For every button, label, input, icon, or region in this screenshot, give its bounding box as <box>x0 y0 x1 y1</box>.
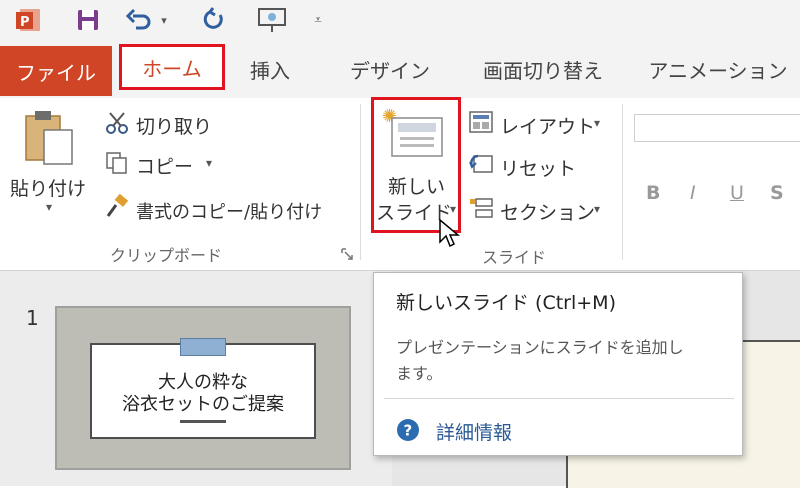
tab-animations[interactable]: アニメーション <box>640 48 796 90</box>
new-slide-label-line1: 新しい <box>388 176 446 198</box>
save-icon[interactable] <box>72 6 104 34</box>
new-slide-dropdown-icon[interactable]: ▾ <box>450 202 456 216</box>
section-button[interactable]: セクション <box>500 198 595 225</box>
slides-group-label: スライド <box>482 248 547 267</box>
thumbnail-title-line2: 浴衣セットのご提案 <box>122 394 284 415</box>
help-icon: ? <box>396 418 420 442</box>
tab-home[interactable]: ホーム <box>119 44 225 90</box>
layout-icon <box>468 110 494 134</box>
redo-icon[interactable] <box>198 6 228 34</box>
tooltip-description-line2: ます。 <box>396 364 443 383</box>
copy-dropdown-icon[interactable]: ▾ <box>206 156 212 170</box>
svg-text:P: P <box>20 15 30 30</box>
italic-button[interactable]: I <box>690 182 696 204</box>
paste-button[interactable]: 貼り付け <box>10 174 86 201</box>
section-dropdown-icon[interactable]: ▾ <box>594 202 600 216</box>
underline-button[interactable]: U <box>730 182 744 204</box>
paste-icon[interactable] <box>18 108 80 168</box>
mouse-cursor-icon <box>438 218 461 248</box>
tab-file[interactable]: ファイル <box>0 46 112 96</box>
svg-text:?: ? <box>404 422 413 440</box>
layout-button[interactable]: レイアウト <box>500 112 595 139</box>
tab-transitions[interactable]: 画面切り替え <box>468 48 618 90</box>
quick-access-toolbar <box>0 0 800 40</box>
paste-dropdown-icon[interactable]: ▾ <box>46 200 52 214</box>
new-slide-icon: ✺ <box>382 104 448 164</box>
powerpoint-icon: P <box>12 6 44 34</box>
clipboard-group-label: クリップボード <box>110 246 223 265</box>
scissors-icon <box>104 110 130 136</box>
undo-dropdown-icon[interactable]: ▾ <box>156 6 172 34</box>
slide-number: 1 <box>26 306 39 330</box>
present-icon[interactable] <box>252 6 292 34</box>
format-painter-button[interactable]: 書式のコピー/貼り付け <box>136 198 322 224</box>
copy-button[interactable]: コピー <box>136 152 193 179</box>
tooltip-description-line1: プレゼンテーションにスライドを追加し <box>396 338 684 357</box>
tooltip-more-info-link[interactable]: 詳細情報 <box>436 418 512 445</box>
layout-dropdown-icon[interactable]: ▾ <box>594 116 600 130</box>
copy-icon <box>104 150 130 176</box>
bold-button[interactable]: B <box>646 182 660 204</box>
thumbnail-subtitle-line <box>180 420 226 423</box>
tab-insert[interactable]: 挿入 <box>240 48 300 90</box>
font-name-box[interactable] <box>634 114 800 142</box>
dialog-launcher-icon[interactable] <box>340 246 354 260</box>
tab-design[interactable]: デザイン <box>340 48 440 90</box>
customize-icon[interactable]: ⩡ <box>308 6 328 34</box>
group-separator <box>622 104 623 260</box>
thumbnail-tab-decoration <box>180 338 226 356</box>
format-painter-icon <box>104 193 130 220</box>
strikethrough-button[interactable]: S <box>770 182 784 204</box>
section-icon <box>468 196 494 220</box>
reset-icon <box>468 152 494 176</box>
tooltip-divider <box>384 398 734 399</box>
undo-icon[interactable] <box>124 6 154 34</box>
cut-button[interactable]: 切り取り <box>136 112 212 139</box>
group-separator <box>360 104 361 260</box>
tooltip-title: 新しいスライド (Ctrl+M) <box>396 292 616 314</box>
reset-button[interactable]: リセット <box>500 154 576 181</box>
